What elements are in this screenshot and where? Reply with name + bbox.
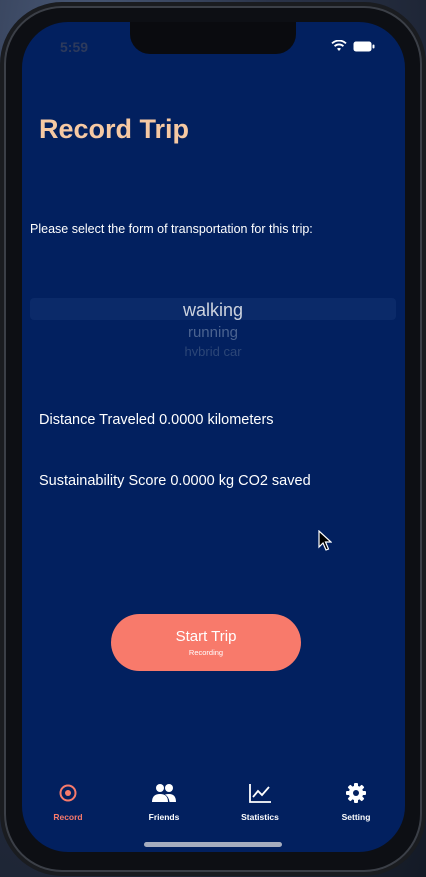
home-indicator [144,842,282,847]
picker-option-running[interactable]: running [30,324,396,341]
status-time: 5:59 [60,39,89,55]
wifi-icon [331,40,347,51]
status-icons [331,40,375,52]
page-title: Record Trip [39,114,190,144]
statistics-icon [249,784,271,803]
picker-option-hybrid-car[interactable]: hybrid car [30,344,396,356]
tab-record[interactable]: Record [33,782,103,822]
tab-setting[interactable]: Setting [321,782,391,822]
start-trip-label: Start Trip [175,628,237,645]
tab-statistics[interactable]: Statistics [225,782,295,822]
distance-traveled: Distance Traveled 0.0000 kilometers [39,412,274,428]
sustainability-score: Sustainability Score 0.0000 kg CO2 saved [39,473,311,489]
picker-option-walking[interactable]: walking [30,300,396,321]
tab-setting-label: Setting [341,812,371,822]
notch [130,22,296,54]
tab-friends-label: Friends [148,812,180,822]
start-trip-button[interactable]: Start Trip Recording [111,614,301,671]
mouse-cursor-icon [318,530,332,551]
tab-friends[interactable]: Friends [129,782,199,822]
transport-prompt: Please select the form of transportation… [30,222,313,236]
tab-record-label: Record [53,812,83,822]
start-trip-sublabel: Recording [188,648,224,657]
tab-bar: Record Friends Statistics Setting [22,782,405,832]
friends-icon [152,784,176,802]
gear-icon [346,783,366,803]
battery-icon [353,41,375,51]
transport-picker[interactable]: walking running hybrid car [30,294,396,358]
record-icon [59,784,77,802]
app-screen: 5:59 Record Trip Please select the form … [22,22,405,852]
tab-statistics-label: Statistics [241,812,279,822]
